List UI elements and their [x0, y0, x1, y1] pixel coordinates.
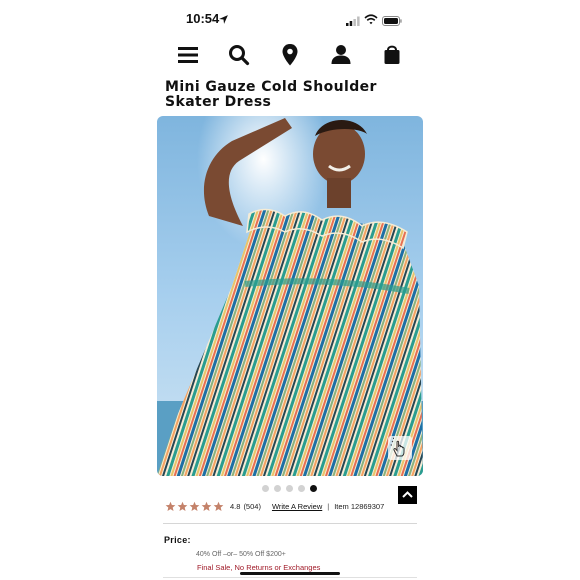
carousel-dot[interactable]	[286, 485, 293, 492]
battery-icon	[382, 13, 402, 26]
hamburger-menu-icon	[178, 47, 198, 63]
carousel-dot[interactable]	[298, 485, 305, 492]
star-icon	[165, 501, 176, 511]
star-icon	[201, 501, 212, 511]
home-indicator[interactable]	[240, 572, 340, 575]
promo-text: 40% Off –or– 50% Off $200+	[196, 551, 286, 558]
star-rating[interactable]	[165, 501, 224, 512]
cellular-signal-icon	[346, 13, 360, 26]
star-icon	[213, 501, 224, 511]
top-navigation	[160, 40, 420, 74]
product-image[interactable]	[157, 116, 423, 476]
rating-score: 4.8	[230, 501, 241, 511]
carousel-dots	[262, 485, 317, 493]
product-title: Mini Gauze Cold Shoulder Skater Dress	[165, 79, 377, 110]
final-sale-notice: Final Sale, No Returns or Exchanges	[197, 563, 321, 572]
location-arrow-icon	[218, 12, 229, 24]
search-button[interactable]	[224, 40, 254, 70]
star-icon	[189, 501, 200, 511]
carousel-dot[interactable]	[274, 485, 281, 492]
zoom-button[interactable]	[388, 436, 412, 460]
rating-row: 4.8 (504) Write A Review | Item 12869307	[165, 499, 384, 513]
account-button[interactable]	[326, 40, 356, 70]
chevron-up-icon	[402, 491, 413, 498]
shopping-bag-icon	[384, 45, 400, 64]
shopping-bag-button[interactable]	[377, 40, 407, 70]
status-time: 10:54	[186, 11, 220, 26]
wifi-icon	[364, 12, 378, 25]
item-number: Item 12869307	[334, 501, 385, 511]
search-icon	[229, 45, 250, 66]
store-locator-button[interactable]	[275, 40, 305, 70]
review-count[interactable]: (504)	[243, 502, 261, 511]
carousel-dot[interactable]	[262, 485, 269, 492]
status-bar: 10:54	[0, 0, 580, 36]
hand-pointer-icon	[390, 437, 405, 457]
star-icon	[177, 501, 188, 511]
divider	[163, 523, 417, 524]
user-icon	[331, 45, 351, 64]
write-review-link[interactable]: Write A Review	[272, 502, 322, 511]
price-label: Price:	[164, 535, 191, 545]
separator: |	[327, 501, 330, 511]
carousel-dot[interactable]	[310, 485, 317, 492]
map-pin-icon	[282, 44, 298, 66]
divider	[163, 577, 417, 578]
menu-button[interactable]	[173, 40, 203, 70]
back-to-top-button[interactable]	[398, 486, 417, 504]
